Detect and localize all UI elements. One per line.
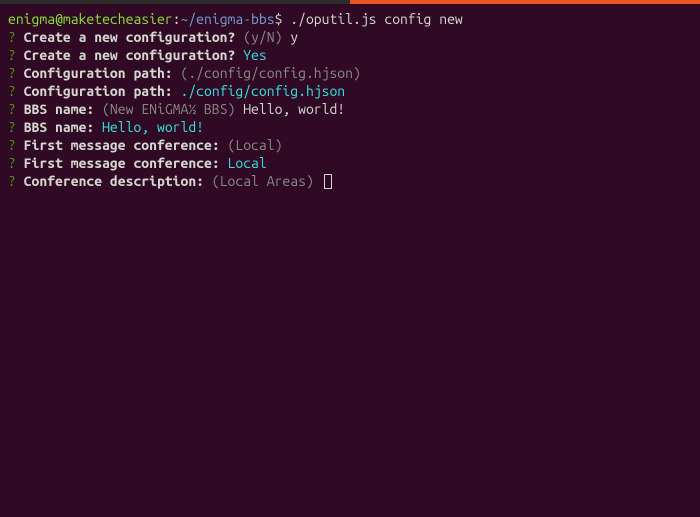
terminal[interactable]: enigma@maketecheasier:~/enigma-bbs$ ./op… bbox=[0, 4, 700, 196]
config-line: ? Create a new configuration? Yes bbox=[8, 46, 692, 64]
prompt-label: First message conference: bbox=[24, 137, 220, 153]
answer-text: Hello, world! bbox=[102, 119, 204, 135]
prompt-label: Create a new configuration? bbox=[24, 29, 236, 45]
prompt-label: Configuration path: bbox=[24, 83, 173, 99]
prompt-label: BBS name: bbox=[24, 119, 95, 135]
prompt-at: @ bbox=[55, 11, 63, 27]
config-line: ? Conference description: (Local Areas) bbox=[8, 172, 692, 190]
hint-text: (./config/config.hjson) bbox=[181, 65, 361, 81]
hint-text: (Local) bbox=[228, 137, 283, 153]
question-mark-icon: ? bbox=[8, 119, 16, 135]
question-mark-icon: ? bbox=[8, 173, 16, 189]
prompt-host: maketecheasier bbox=[63, 11, 173, 27]
prompt-label: First message conference: bbox=[24, 155, 220, 171]
question-mark-icon: ? bbox=[8, 137, 16, 153]
prompt-path: ~/enigma-bbs bbox=[181, 11, 275, 27]
question-mark-icon: ? bbox=[8, 65, 16, 81]
config-line: ? First message conference: Local bbox=[8, 154, 692, 172]
prompt-label: BBS name: bbox=[24, 101, 95, 117]
cursor-icon bbox=[324, 174, 332, 189]
config-line: ? BBS name: (New ENiGMA½ BBS) Hello, wor… bbox=[8, 100, 692, 118]
question-mark-icon: ? bbox=[8, 47, 16, 63]
hint-text: (y/N) bbox=[243, 29, 282, 45]
prompt-line: enigma@maketecheasier:~/enigma-bbs$ ./op… bbox=[8, 10, 692, 28]
config-line: ? First message conference: (Local) bbox=[8, 136, 692, 154]
prompt-label: Configuration path: bbox=[24, 65, 173, 81]
question-mark-icon: ? bbox=[8, 101, 16, 117]
user-input: Hello, world! bbox=[243, 101, 345, 117]
prompt-command: ./oputil.js config new bbox=[290, 11, 462, 27]
user-input: y bbox=[290, 29, 298, 45]
answer-text: Yes bbox=[243, 47, 267, 63]
config-line: ? Create a new configuration? (y/N) y bbox=[8, 28, 692, 46]
prompt-label: Create a new configuration? bbox=[24, 47, 236, 63]
prompt-dollar: $ bbox=[275, 11, 283, 27]
prompt-colon: : bbox=[173, 11, 181, 27]
prompt-label: Conference description: bbox=[24, 173, 204, 189]
config-line: ? Configuration path: (./config/config.h… bbox=[8, 64, 692, 82]
answer-text: Local bbox=[228, 155, 267, 171]
answer-text: ./config/config.hjson bbox=[181, 83, 346, 99]
hint-text: (Local Areas) bbox=[212, 173, 314, 189]
config-line: ? Configuration path: ./config/config.hj… bbox=[8, 82, 692, 100]
prompt-user: enigma bbox=[8, 11, 55, 27]
active-tab-indicator bbox=[350, 0, 700, 4]
config-line: ? BBS name: Hello, world! bbox=[8, 118, 692, 136]
question-mark-icon: ? bbox=[8, 29, 16, 45]
hint-text: (New ENiGMA½ BBS) bbox=[102, 101, 235, 117]
question-mark-icon: ? bbox=[8, 83, 16, 99]
question-mark-icon: ? bbox=[8, 155, 16, 171]
